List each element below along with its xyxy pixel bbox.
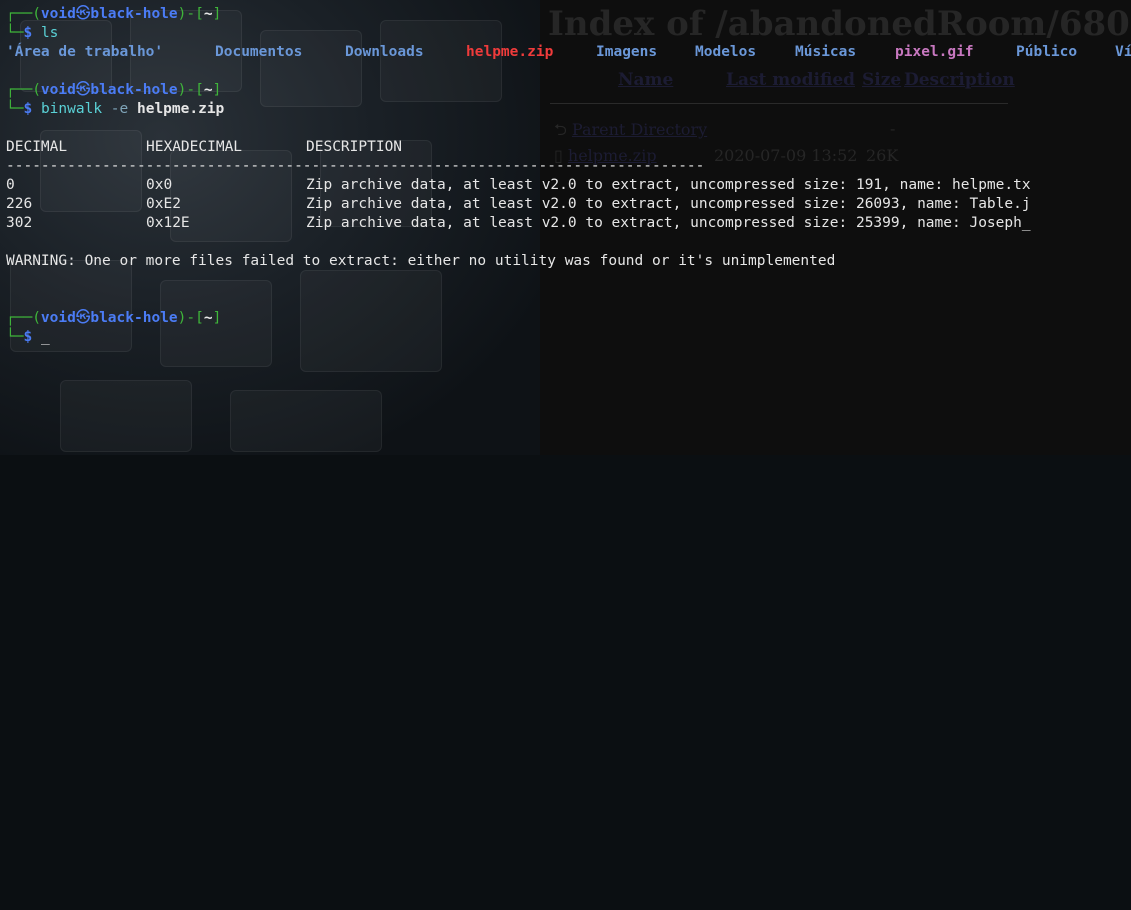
table-cell: 0x12E xyxy=(146,215,190,231)
text-cursor: _ xyxy=(40,329,50,345)
prompt-line: ┌──(void㉿black-hole)-[~] xyxy=(6,310,222,326)
column-header: DECIMAL xyxy=(6,139,68,155)
command-line: └─$ binwalk -e helpme.zip xyxy=(6,101,225,117)
table-cell: 0xE2 xyxy=(146,196,181,212)
table-cell: 0x0 xyxy=(146,177,173,193)
list-item: Imagens xyxy=(596,44,658,60)
column-header: HEXADECIMAL xyxy=(146,139,243,155)
prompt-user: void xyxy=(40,6,76,22)
list-item: Downloads xyxy=(345,44,424,60)
skull-icon: ㉿ xyxy=(75,82,91,98)
column-header: DESCRIPTION xyxy=(306,139,403,155)
command-argument: helpme.zip xyxy=(136,101,225,117)
command-line[interactable]: └─$ _ xyxy=(6,328,50,347)
table-cell: Zip archive data, at least v2.0 to extra… xyxy=(306,196,1031,212)
warning-message: WARNING: One or more files failed to ext… xyxy=(6,253,836,269)
command-flag: -e xyxy=(110,101,129,117)
table-cell: 0 xyxy=(6,177,15,193)
list-item: Modelos xyxy=(695,44,757,60)
command: ls xyxy=(40,25,59,41)
binwalk-output: DECIMAL HEXADECIMAL DESCRIPTION --------… xyxy=(0,139,1131,910)
list-item: 'Área de trabalho' xyxy=(6,44,164,60)
list-item: Ví xyxy=(1115,44,1131,60)
prompt-path: ~ xyxy=(203,6,213,22)
table-cell: Zip archive data, at least v2.0 to extra… xyxy=(306,215,1031,231)
table-cell: 226 xyxy=(6,196,33,212)
list-item: pixel.gif xyxy=(895,44,974,60)
table-cell: 302 xyxy=(6,215,33,231)
table-cell: Zip archive data, at least v2.0 to extra… xyxy=(306,177,1031,193)
list-item: Documentos xyxy=(215,44,303,60)
command-line: └─$ ls xyxy=(6,25,59,41)
command: binwalk xyxy=(40,101,103,117)
terminal-window[interactable]: ┌──(void㉿black-hole)-[~] └─$ ls 'Área de… xyxy=(0,0,1131,455)
skull-icon: ㉿ xyxy=(75,310,91,326)
prompt-line: ┌──(void㉿black-hole)-[~] xyxy=(6,6,222,22)
prompt-line: ┌──(void㉿black-hole)-[~] xyxy=(6,82,222,98)
list-item: Público xyxy=(1016,44,1078,60)
list-item: helpme.zip xyxy=(466,44,554,60)
separator: ----------------------------------------… xyxy=(6,158,705,174)
prompt-host: black-hole xyxy=(90,6,178,22)
skull-icon: ㉿ xyxy=(75,6,91,22)
list-item: Músicas xyxy=(795,44,857,60)
